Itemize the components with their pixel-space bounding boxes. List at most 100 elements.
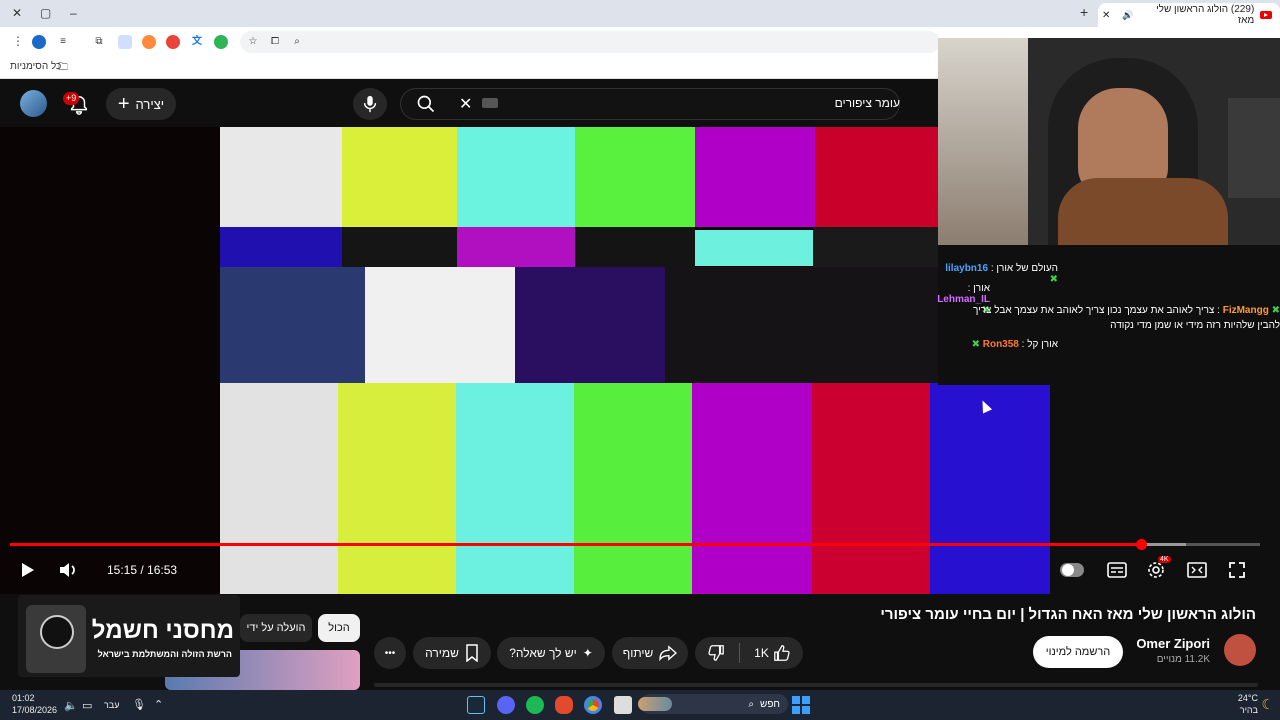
create-button[interactable]: יצירה + (106, 88, 176, 120)
chip-all[interactable]: הכול (318, 614, 360, 642)
create-label: יצירה (135, 96, 165, 112)
brave-icon[interactable] (555, 696, 573, 714)
extension-green-icon[interactable] (214, 35, 228, 49)
folder-icon: 🗀 (58, 62, 68, 73)
weather-temp[interactable]: 24°C (1238, 693, 1258, 703)
progress-scrubber-handle[interactable] (1136, 539, 1147, 550)
channel-name[interactable]: Omer Zipori (1136, 636, 1210, 651)
autoplay-toggle[interactable] (1060, 558, 1084, 582)
search-input[interactable] (400, 88, 900, 120)
voice-search-button[interactable] (353, 88, 387, 120)
account-avatar[interactable] (20, 90, 47, 117)
save-button[interactable]: שמירה (413, 637, 491, 669)
window-minimize-button[interactable]: – (70, 6, 77, 20)
sponsor-tagline: הרשת הזולה והמשתלמת בישראל (97, 649, 232, 659)
taskbar-mic-icon[interactable]: 🎙 (132, 698, 146, 711)
tab-close-icon[interactable]: ✕ (1102, 10, 1110, 21)
settings-button[interactable]: 4K (1144, 556, 1171, 582)
video-frame-bar (457, 227, 575, 267)
share-icon (659, 645, 678, 661)
video-player[interactable] (0, 127, 1050, 594)
task-view-icon[interactable] (614, 696, 632, 714)
extension-screen-icon[interactable] (118, 35, 132, 49)
search-button[interactable] (400, 88, 452, 120)
video-frame-bar (695, 127, 815, 227)
video-frame-bar (575, 227, 695, 267)
browser-tab-strip: ✕ ▢ – + (229) הולוג הראשון שלי מאז 🔊 ✕ (0, 0, 1280, 27)
window-close-button[interactable]: ✕ (12, 6, 22, 20)
like-dislike-group: 1K (695, 637, 803, 669)
extensions-icon[interactable]: ⧉ (92, 35, 106, 49)
media-control-icon[interactable]: ≡ (56, 35, 70, 49)
weather-desc[interactable]: בהיר (1240, 705, 1258, 715)
notifications-badge: +9 (63, 92, 80, 105)
chat-message-text: אורן (973, 283, 990, 294)
network-icon[interactable]: ▭ (82, 699, 92, 712)
like-count: 1K (754, 646, 769, 660)
fullscreen-button[interactable] (1225, 558, 1249, 582)
sponsor-brand: מחסני חשמל (91, 617, 234, 644)
play-icon (22, 563, 34, 577)
taskbar-time[interactable]: 01:02 (12, 693, 35, 703)
spotify-icon[interactable] (526, 696, 544, 714)
extension-red-icon[interactable] (166, 35, 180, 49)
video-frame-bar (220, 267, 365, 383)
video-frame-bar (815, 127, 938, 227)
tab-audio-icon[interactable]: 🔊 (1122, 10, 1133, 21)
search-query-text: עומר ציפורים (834, 96, 900, 110)
steam-icon[interactable] (467, 696, 485, 714)
browser-tab-active[interactable]: (229) הולוג הראשון שלי מאז 🔊 ✕ (1098, 3, 1280, 27)
time-display: 15:15 / 16:53 (107, 563, 178, 577)
install-app-icon[interactable]: ⧠ (268, 35, 282, 49)
subtitles-button[interactable] (1105, 558, 1129, 582)
play-button[interactable] (15, 558, 39, 582)
tray-overflow-icon[interactable]: ⌃ (154, 698, 163, 711)
extension-orange-icon[interactable] (142, 35, 156, 49)
more-actions-button[interactable]: ••• (374, 637, 406, 669)
chat-message: העולם של אורן : lilaybn16 ✖ (945, 263, 1058, 285)
quality-badge: 4K (1158, 556, 1171, 563)
subscribe-button[interactable]: הרשמה למינוי (1033, 636, 1123, 668)
url-bar[interactable] (240, 31, 940, 53)
translate-icon[interactable]: 文 (190, 35, 204, 49)
video-frame-bar (365, 267, 515, 383)
chrome-icon[interactable] (584, 696, 602, 714)
window-restore-button[interactable]: ▢ (40, 6, 51, 20)
discord-icon[interactable] (497, 696, 515, 714)
video-frame-bar (812, 383, 930, 594)
more-icon: ••• (384, 647, 396, 659)
chip-uploaded-by[interactable]: הועלה על ידי (240, 614, 312, 642)
bookmark-star-icon[interactable]: ☆ (246, 35, 260, 49)
all-bookmarks-link[interactable]: כל הסימניות (10, 61, 61, 72)
chat-badge-icon: ✖ (1271, 305, 1280, 316)
like-button[interactable]: 1K (754, 644, 791, 662)
dislike-button[interactable] (707, 644, 725, 662)
chip-label: הכול (328, 622, 350, 634)
video-frame-bar (695, 230, 813, 266)
share-button[interactable]: שיתוף (612, 637, 688, 669)
language-indicator[interactable]: עבר (104, 700, 119, 710)
taskbar-search-box[interactable]: חפש ⌕ (638, 694, 788, 714)
video-frame-bar (338, 383, 456, 594)
channel-avatar[interactable] (1224, 634, 1256, 666)
chat-badge-icon: ✖ (971, 339, 980, 350)
menu-kebab-icon[interactable]: ⋮ (12, 34, 24, 48)
stream-chat-overlay: העולם של אורן : lilaybn16 ✖ אורן : Lehma… (937, 245, 1280, 385)
clear-search-icon[interactable]: ✕ (459, 94, 472, 114)
profile-icon[interactable] (32, 35, 46, 49)
bookmark-icon (466, 644, 478, 662)
speaker-icon[interactable]: 🔈 (64, 699, 78, 712)
zoom-icon[interactable]: ⌕ (290, 35, 304, 49)
video-frame-bar (342, 127, 457, 227)
taskbar-date[interactable]: 17/08/2026 (12, 705, 57, 715)
ask-ai-button[interactable]: ✦ יש לך שאלה? (497, 637, 605, 669)
volume-button[interactable] (57, 558, 81, 582)
new-tab-button[interactable]: + (1080, 4, 1088, 20)
theater-mode-button[interactable] (1185, 558, 1209, 582)
keyboard-icon[interactable] (482, 98, 498, 108)
save-label: שמירה (425, 646, 459, 660)
progress-bar-fill (10, 543, 1141, 546)
chat-message: ✖ FizMangg : צריך לאוהב את עצמך נכון צרי… (972, 305, 1280, 331)
windows-start-icon[interactable] (792, 696, 810, 714)
tab-title: (229) הולוג הראשון שלי מאז (1156, 4, 1255, 26)
